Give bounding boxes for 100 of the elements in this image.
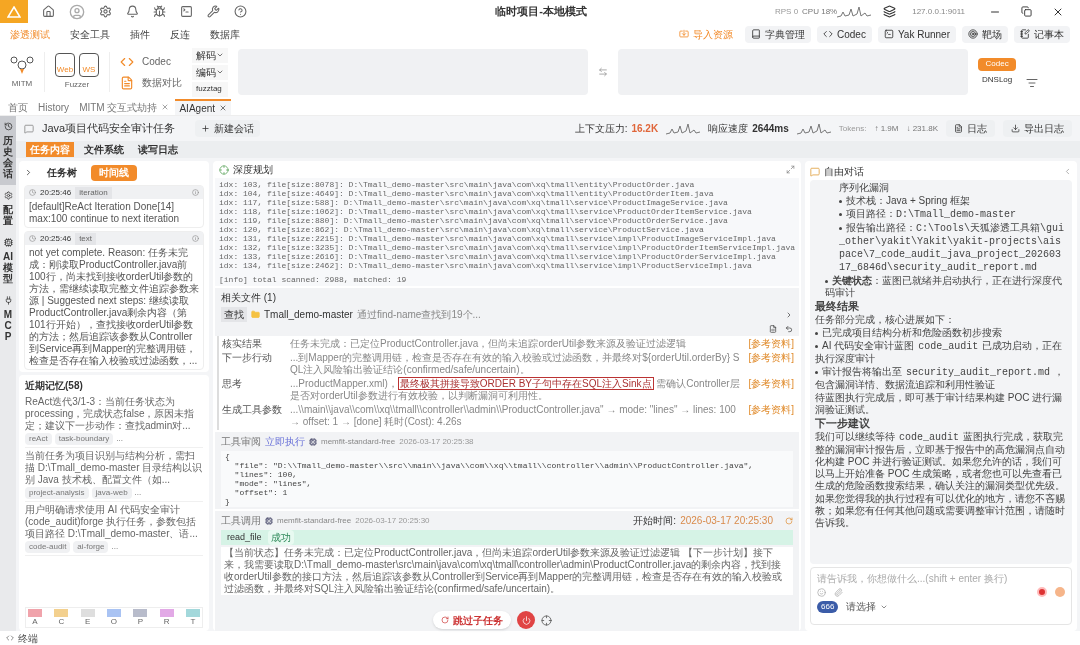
chevron-icon[interactable] [24,168,33,177]
address-text: 127.0.0.1:9011 [912,5,965,18]
menu-tab[interactable]: 反连 [170,26,190,42]
legend-letter: R [163,617,170,626]
memory-item[interactable]: ReAct迭代3/1-3：当前任务状态为processing，完成状态false，原因未指定；建议下一步动作：查找admin对... reAct task-boundary ... [25,394,203,448]
menu-tab[interactable]: 数据库 [210,26,240,42]
bell-icon[interactable] [126,5,139,18]
fullscreen-icon[interactable] [786,165,795,174]
terminal-button[interactable]: 终端 [18,630,38,645]
settings-icon[interactable] [99,5,112,18]
close-tab-icon[interactable] [161,103,170,111]
fuzztag-button[interactable]: fuzztag [192,81,228,97]
memory-tag: reAct [25,433,52,445]
document-icon [120,75,134,90]
chat-icon [810,166,820,177]
fuzzer-tool[interactable]: Web WS Fuzzer [55,53,99,91]
redo-icon [441,616,449,624]
chip-icon [265,516,273,525]
message-text: 技术栈：Java + Spring 框架 [839,195,1067,207]
side-button[interactable]: DNSLog [978,73,1017,87]
toolbar-button[interactable]: Codec [817,25,872,43]
file-row[interactable]: 查找 Tmall_demo-master 通过find-name查找到19个... [221,307,793,322]
compare-tool[interactable]: 数据对比 [120,75,182,90]
execute-link[interactable]: 立即执行 [265,434,305,449]
bug-icon[interactable] [153,5,166,18]
section-heading: 最终结果 [815,300,860,314]
record-icon[interactable] [1037,587,1047,597]
code-file-icon[interactable] [769,325,777,333]
cpu-sparkline [837,5,872,18]
memory-item[interactable]: 用户明确请求使用 AI 代码安全审计 (code_audit)forge 执行任务，参数包括项目路径 D:\Tmall_demo-master、语... code-audit ai-forge ... [25,502,203,556]
export-log-button[interactable]: 导出日志 [1003,120,1072,137]
menu-tab[interactable]: 插件 [130,26,150,42]
home-icon[interactable] [42,5,55,18]
toolbar-button[interactable]: 记事本 [1014,25,1070,43]
content-tab[interactable]: 文件系统 [80,142,128,157]
restore-icon[interactable] [1021,6,1032,17]
sort-icon[interactable] [1026,77,1039,89]
content-tab[interactable]: 读写日志 [134,142,182,157]
model-select[interactable]: 请选择 [846,599,889,614]
bullet-icon [839,212,842,216]
book-icon [751,29,761,39]
side-strip-tab[interactable]: 配置 [0,185,16,232]
pressure-label: 上下文压力: [574,122,628,136]
wrench-icon[interactable] [207,5,220,18]
chat-input[interactable]: 请告诉我，你想做什么...(shift + enter 换行) 666 请选择 [810,567,1072,625]
legend-letter: C [58,617,65,626]
menu-tab[interactable]: 安全工具 [70,26,110,42]
page-tab[interactable]: MITM 交互式劫持 [75,99,174,115]
side-strip-tab[interactable]: MCP [0,290,16,348]
bullet-icon [815,371,818,375]
download-icon [1011,124,1020,133]
bullet-icon [815,332,818,336]
mitm-tool[interactable]: MITM [10,54,34,90]
decode-dropdown[interactable]: 解码 [192,47,228,63]
section-heading: 下一步建议 [815,417,871,431]
terminal-icon[interactable] [180,5,193,18]
memory-item[interactable]: 当前任务为项目识别与结构分析，需扫描 D:\Tmall_demo-master 目录结构以识别 Java 技术栈、配置文件（如... project-analysis java-web ... [25,448,203,502]
close-tab-icon[interactable] [219,104,228,112]
page-tab[interactable]: AIAgent [175,99,232,115]
message-text: 已完成项目结构分析和危险函数初步搜索 [815,327,1067,340]
codec-tool[interactable]: Codec [120,54,182,69]
view-tab[interactable]: 任务树 [39,164,85,181]
skip-subtask-button[interactable]: 跳过子任务 [433,611,511,629]
event-tag: iteration [75,186,112,199]
terminal-icon [883,29,894,39]
toolbar-button[interactable]: Yak Runner [877,25,956,43]
settings-icon [3,191,13,200]
undo-icon[interactable] [785,325,793,333]
toolbar-button[interactable]: 字典管理 [745,25,811,43]
memory-text: 用户明确请求使用 AI 代码安全审计 (code_audit)forge 执行任务，参数包括项目路径 D:\Tmall_demo-master、语... [25,504,199,540]
toolbar-button[interactable]: 靶场 [962,25,1008,43]
memory-tag: ai-forge [73,541,109,553]
target-icon[interactable] [541,614,552,626]
encode-dropdown[interactable]: 编码 [192,64,228,80]
speed-label: 响应速度 [708,122,749,136]
help-icon[interactable] [234,5,247,18]
layers-icon[interactable] [883,5,897,18]
chip-icon [309,437,317,446]
avatar-icon[interactable] [69,3,85,20]
step-row: 生成工具参数 ...\\main\\java\\com\\xq\\tmall\\controller\\admin\\ProductController.java" → mode: "lines" → lines: 100 → offset: 1 → [done] 耗时(Cost): 4.26s [参考资料] [222,404,794,428]
memory-tag: project-analysis [25,487,89,499]
history-icon [3,122,13,131]
plan-title: 深度规划 [233,163,273,177]
code-block: { "file": "D:\\Tmall_demo-master\\src\\main\\java\\com\\xq\\tmall\\controller\\admin\\ProductController.java", "lines": 100, "mode": "lines", "offset": 1 } [221,451,793,507]
new-session-button[interactable]: 新建会话 [195,120,261,137]
log-button[interactable]: 日志 [946,120,995,137]
page-tab[interactable]: 首页 [4,99,32,115]
model-name: memfit-standard-free [321,435,396,448]
memory-text: ReAct迭代3/1-3：当前任务状态为processing，完成状态false，原因未指定；建议下一步动作：查找admin对... [25,396,196,432]
legend-letter: A [32,617,38,626]
page-tab[interactable]: History [34,99,74,115]
call-time: 2026-03-17 20:25:30 [355,514,430,527]
cpu-reading: CPU 18% [802,5,838,18]
message-text: 如果您觉得我的执行过程有可以优化的地方，请您不吝赐教；如果您有任何其他问题或需要调整审计范围，请随时告诉我。 [815,493,1066,530]
side-strip-tab[interactable]: 历史会话 [0,116,16,185]
plug-icon [3,296,13,305]
side-strip-tab[interactable]: AI模型 [0,232,16,290]
start-time: 2026-03-17 20:25:30 [680,514,773,528]
power-icon [521,615,531,625]
legend-letter: E [85,617,91,626]
